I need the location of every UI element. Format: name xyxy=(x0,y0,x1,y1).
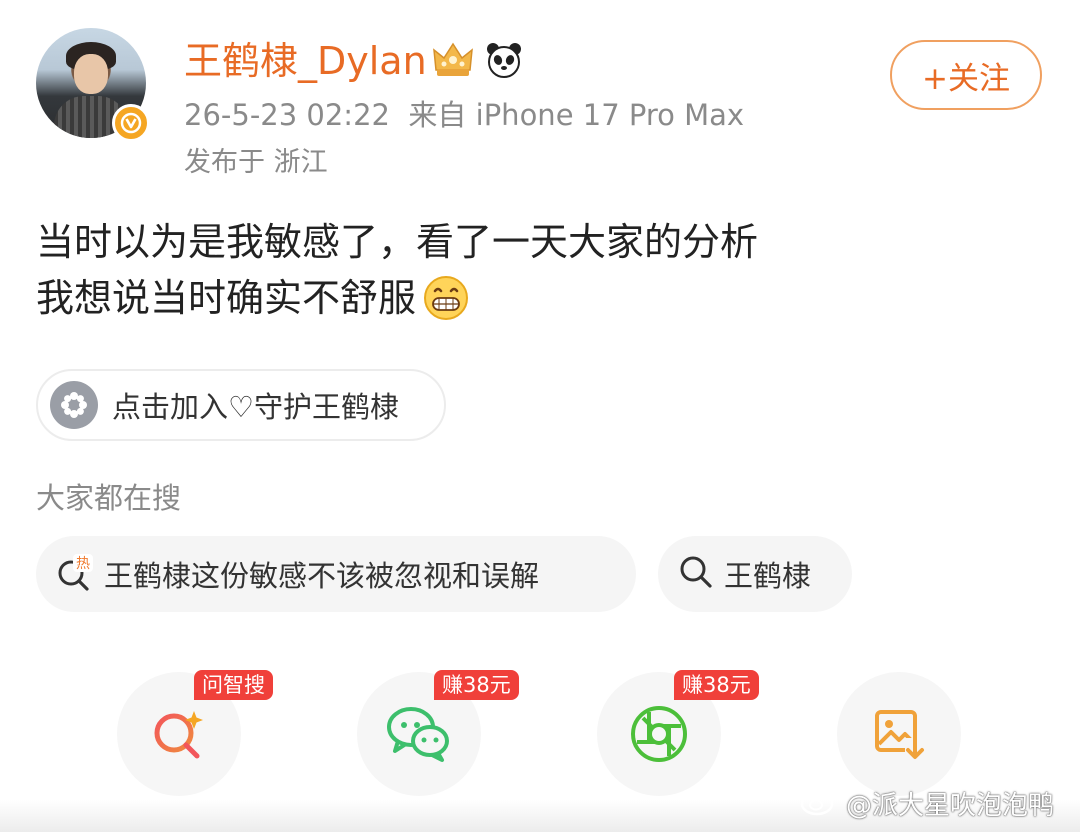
search-chip-hot[interactable]: 热 王鹤棣这份敏感不该被忽视和误解 xyxy=(36,536,636,612)
join-fan-group-button[interactable]: 点击加入♡守护王鹤棣 xyxy=(36,369,446,441)
watermark-text: @派大星吹泡泡鸭 xyxy=(846,791,1055,821)
post-meta: 26-5-23 02:22 来自 iPhone 17 Pro Max xyxy=(184,96,744,134)
action-tag: 问智搜 xyxy=(194,670,273,700)
save-image-icon xyxy=(875,710,925,760)
panda-icon[interactable] xyxy=(484,40,524,80)
post-line-1: 当时以为是我敏感了，看了一天大家的分析 xyxy=(36,220,759,264)
action-tag: 赚38元 xyxy=(674,670,759,700)
svg-text:热: 热 xyxy=(76,556,90,572)
search-section-title: 大家都在搜 xyxy=(36,481,182,515)
grin-emoji-icon xyxy=(422,274,470,322)
search-chip-label: 王鹤棣这份敏感不该被忽视和误解 xyxy=(104,559,540,593)
post-time: 26-5-23 02:22 xyxy=(184,98,390,132)
wechat-icon xyxy=(387,707,449,762)
crown-icon[interactable] xyxy=(430,40,476,80)
avatar-face xyxy=(74,54,108,94)
follow-button[interactable]: +关注 xyxy=(890,40,1042,110)
post-location: 发布于 浙江 xyxy=(184,147,328,178)
search-icon xyxy=(678,554,714,594)
ai-search-icon xyxy=(154,711,203,759)
v-badge-icon xyxy=(112,104,150,142)
search-chip-label: 王鹤棣 xyxy=(724,559,812,593)
action-tag: 赚38元 xyxy=(434,670,519,700)
search-chip-name[interactable]: 王鹤棣 xyxy=(658,536,852,612)
post-line-2: 我想说当时确实不舒服 xyxy=(36,270,1036,326)
join-label: 点击加入♡守护王鹤棣 xyxy=(112,390,399,424)
hot-search-icon: 热 xyxy=(56,552,94,596)
save-image-button[interactable] xyxy=(837,672,961,796)
flower-icon xyxy=(50,381,98,429)
post-content: 当时以为是我敏感了，看了一天大家的分析 我想说当时确实不舒服 xyxy=(36,214,1036,326)
weibo-logo-icon xyxy=(800,784,840,828)
moments-icon xyxy=(631,706,687,762)
weibo-watermark: @派大星吹泡泡鸭 xyxy=(800,786,1054,826)
post-source: 来自 iPhone 17 Pro Max xyxy=(408,98,745,132)
author-name[interactable]: 王鹤棣_Dylan xyxy=(184,36,427,86)
post-line-2-text: 我想说当时确实不舒服 xyxy=(36,276,417,320)
